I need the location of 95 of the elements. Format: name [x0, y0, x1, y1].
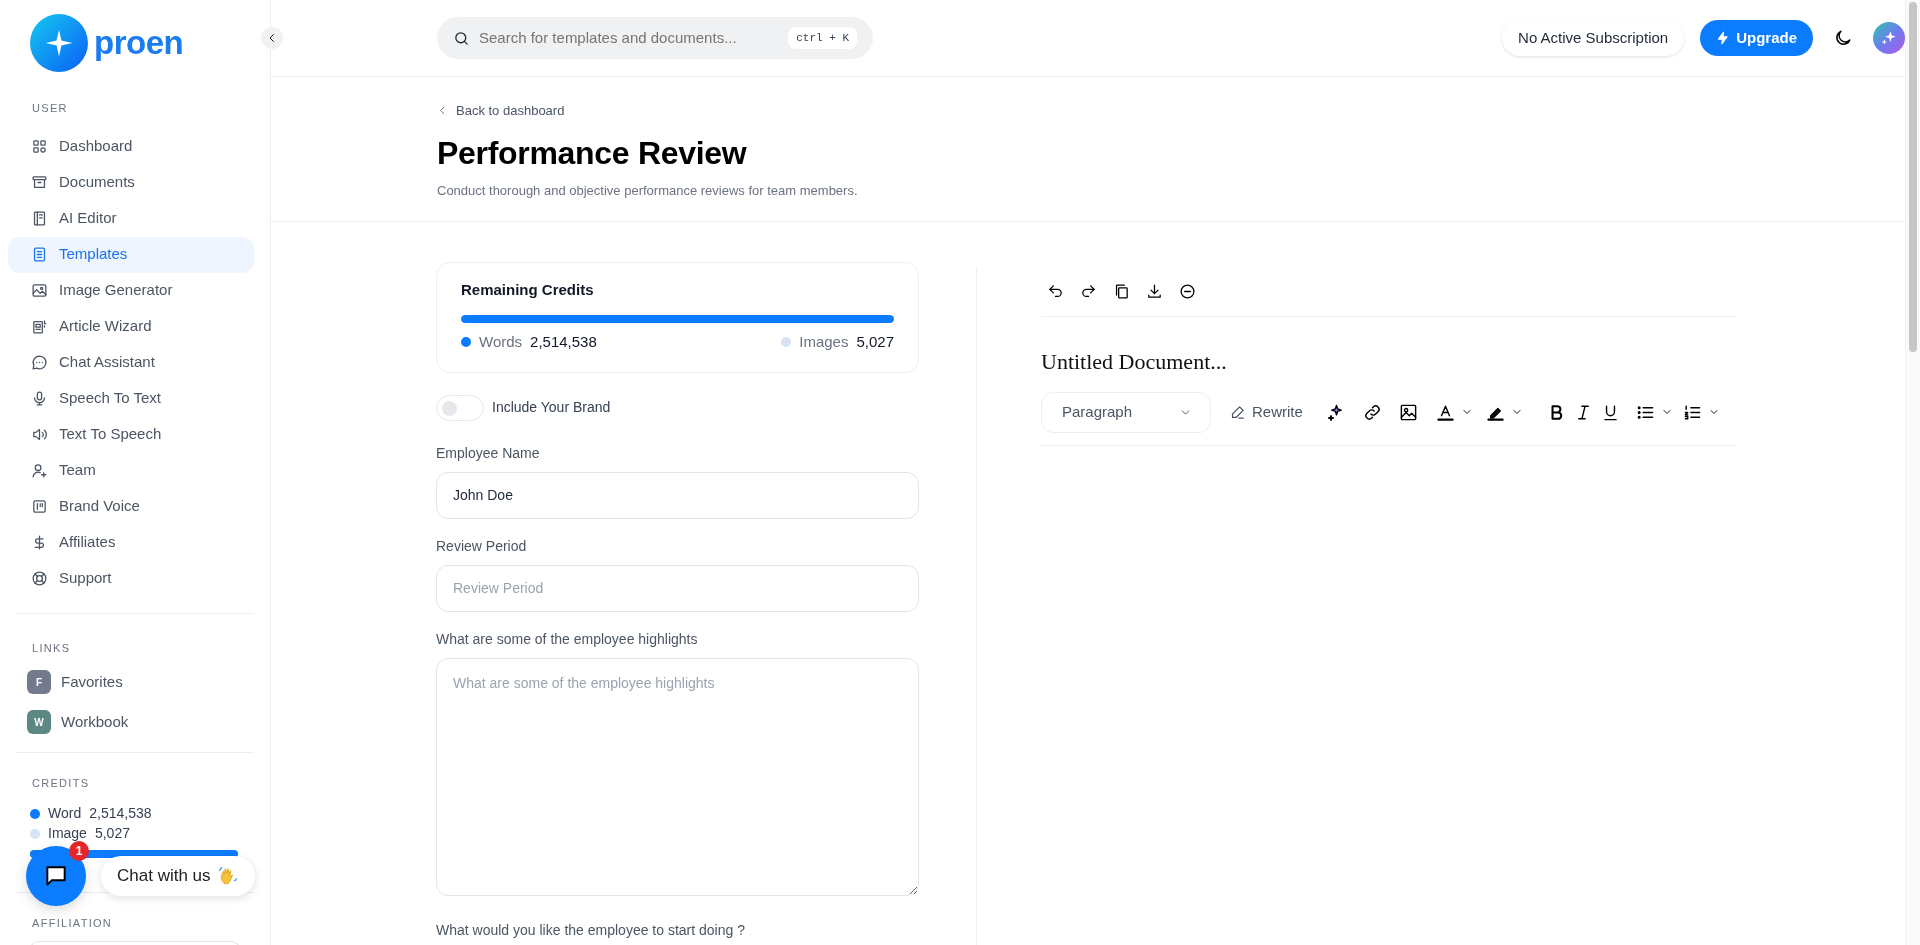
avatar-icon[interactable]: [1873, 22, 1905, 54]
credit-label: Word: [48, 804, 82, 823]
sidebar-item[interactable]: Templates: [8, 236, 254, 273]
page-subtitle: Conduct thorough and objective performance reviews for team members.: [437, 182, 859, 200]
lightning-icon: [1716, 31, 1731, 45]
block-style-select[interactable]: Paragraph: [1041, 391, 1211, 433]
logo-icon: [30, 14, 88, 72]
notification-badge: 1: [69, 841, 89, 861]
credit-value: 2,514,538: [530, 332, 597, 352]
link-icon: [1362, 402, 1382, 422]
scrollbar-thumb[interactable]: [1909, 2, 1917, 352]
sidebar-item[interactable]: Image Generator: [8, 272, 254, 309]
back-link[interactable]: Back to dashboard: [437, 100, 565, 121]
toolbar-button[interactable]: [1179, 282, 1196, 300]
archive-icon: [31, 174, 48, 191]
link-item[interactable]: W Workbook: [8, 702, 262, 742]
sidebar-item[interactable]: Chat Assistant: [8, 344, 254, 381]
credit-value: 2,514,538: [89, 804, 152, 823]
toolbar-button[interactable]: [1146, 282, 1163, 300]
text-color-icon: [1435, 402, 1455, 422]
sidebar-item[interactable]: Team: [8, 452, 254, 489]
credit-label: Words: [479, 332, 523, 352]
chat-button[interactable]: [26, 846, 86, 906]
toggle-switch[interactable]: [436, 394, 484, 421]
copy-icon: [1113, 282, 1130, 300]
credit-value: 5,027: [94, 824, 130, 843]
credit-label: Images: [799, 332, 849, 352]
microphone-icon: [31, 390, 48, 407]
speaker-icon: [31, 426, 48, 443]
initial-badge: F: [27, 670, 51, 694]
rewrite-button[interactable]: Rewrite: [1229, 400, 1303, 424]
sidebar-item[interactable]: AI Editor: [8, 200, 254, 237]
toolbar-button[interactable]: [1398, 402, 1418, 422]
subscription-button[interactable]: No Active Subscription: [1502, 20, 1685, 56]
upgrade-button[interactable]: Upgrade: [1700, 20, 1813, 56]
theme-toggle[interactable]: [1833, 28, 1853, 48]
user-plus-icon: [31, 462, 48, 479]
page-title: Performance Review: [437, 134, 748, 173]
field-label: Employee Name: [436, 443, 541, 463]
dashboard-icon: [31, 138, 48, 155]
chat-icon: [43, 863, 69, 889]
sidebar-item[interactable]: Speech To Text: [8, 380, 254, 417]
toolbar-button[interactable]: [1435, 402, 1473, 422]
section-title: USER: [31, 101, 69, 116]
chat-label: Chat with us: [117, 865, 211, 888]
field-label: What would you like the employee to start doing ?: [436, 920, 746, 940]
field-label: What are some of the employee highlights: [436, 629, 699, 649]
download-icon: [1146, 282, 1163, 300]
brand-name: proen: [94, 23, 184, 64]
redo-icon: [1080, 282, 1097, 300]
sidebar-item[interactable]: Documents: [8, 164, 254, 201]
board-icon: [31, 498, 48, 515]
sidebar-item[interactable]: Support: [8, 560, 254, 597]
minus-circle-icon: [1179, 282, 1196, 300]
toolbar-button[interactable]: [1080, 282, 1097, 300]
image-icon: [31, 282, 48, 299]
moon-icon: [1833, 28, 1853, 48]
input-field[interactable]: John Doe: [436, 471, 919, 519]
search-field[interactable]: Search for templates and documents... ctrl + K: [437, 17, 873, 59]
document-title: Untitled Document...: [1041, 347, 1228, 376]
section-title: LINKS: [31, 640, 72, 656]
card-title: Remaining Credits: [461, 279, 595, 300]
sidebar-item[interactable]: Article Wizard: [8, 308, 254, 345]
field-label: Review Period: [436, 536, 528, 556]
credit-label: Image: [48, 824, 87, 843]
sidebar-item[interactable]: Text To Speech: [8, 416, 254, 453]
chat-prompt[interactable]: Chat with us: [101, 856, 255, 896]
image-icon: [1398, 402, 1418, 422]
input-field[interactable]: Review Period: [436, 564, 919, 612]
notebook-icon: [31, 210, 48, 227]
link-label: Workbook: [61, 711, 129, 732]
credit-value: 5,027: [856, 332, 894, 352]
chat-bubble-icon: [31, 354, 48, 371]
text-area[interactable]: What are some of the employee highlights: [436, 657, 919, 896]
sidebar-item[interactable]: Dashboard: [8, 128, 254, 165]
search-input[interactable]: Search for templates and documents...: [479, 26, 780, 50]
toggle-label: Include Your Brand: [492, 398, 611, 417]
link-label: Favorites: [61, 671, 123, 692]
link-item[interactable]: F Favorites: [8, 662, 262, 702]
initial-badge: W: [27, 710, 51, 734]
waving-hand-icon: [216, 865, 239, 887]
document-icon: [31, 246, 48, 263]
article-icon: [31, 318, 48, 335]
pencil-icon: [1229, 403, 1246, 421]
lifebuoy-icon: [31, 570, 48, 587]
toolbar-button[interactable]: [1113, 282, 1130, 300]
shortcut-hint: ctrl + K: [788, 26, 857, 50]
sidebar-item[interactable]: Affiliates: [8, 524, 254, 561]
sidebar-item[interactable]: Brand Voice: [8, 488, 254, 525]
search-icon: [453, 29, 470, 47]
section-title: CREDITS: [31, 776, 91, 791]
undo-icon: [1047, 282, 1064, 300]
section-title: AFFILIATION: [31, 915, 114, 931]
toolbar-button[interactable]: [1362, 402, 1382, 422]
toolbar-button[interactable]: [1047, 282, 1064, 300]
